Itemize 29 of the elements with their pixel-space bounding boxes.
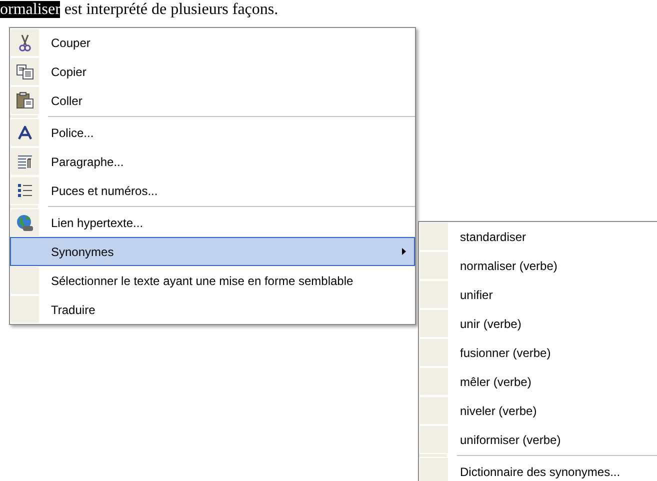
- scissors-icon: [17, 34, 33, 52]
- menu-item[interactable]: niveler (verbe): [419, 396, 657, 425]
- menu-item[interactable]: unifier: [419, 280, 657, 309]
- menu-item[interactable]: fusionner (verbe): [419, 338, 657, 367]
- menu-item[interactable]: Dictionnaire des synonymes...: [419, 457, 657, 481]
- menu-item[interactable]: standardiser: [419, 222, 657, 251]
- document-text: est interprété de plusieurs façons.: [63, 1, 278, 18]
- menu-item[interactable]: Coller: [10, 86, 415, 115]
- clipboard-icon: [16, 92, 34, 109]
- font-icon: [18, 126, 32, 140]
- menu-item[interactable]: uniformiser (verbe): [419, 425, 657, 454]
- menu-item[interactable]: Sélectionner le texte ayant une mise en forme semblable: [10, 266, 415, 295]
- menu-item[interactable]: mêler (verbe): [419, 367, 657, 396]
- menu-item[interactable]: Traduire: [10, 295, 415, 324]
- menu-item[interactable]: normaliser (verbe): [419, 251, 657, 280]
- menu-item[interactable]: Couper: [10, 28, 415, 57]
- submenu-arrow-icon: [402, 248, 406, 255]
- menu-item[interactable]: Police...: [10, 118, 415, 147]
- menu-item[interactable]: Paragraphe...: [10, 147, 415, 176]
- paragraph-icon: [17, 154, 33, 169]
- menu-item[interactable]: unir (verbe): [419, 309, 657, 338]
- copy-icon: [16, 64, 34, 80]
- menu-item[interactable]: Puces et numéros...: [10, 176, 415, 205]
- bullet-list-icon: [17, 183, 33, 198]
- selected-word: ormaliser: [0, 1, 60, 18]
- menu-item[interactable]: Synonymes: [10, 237, 415, 266]
- menu-item[interactable]: Lien hypertexte...: [10, 208, 415, 237]
- globe-icon: [16, 214, 34, 232]
- menu-item[interactable]: Copier: [10, 57, 415, 86]
